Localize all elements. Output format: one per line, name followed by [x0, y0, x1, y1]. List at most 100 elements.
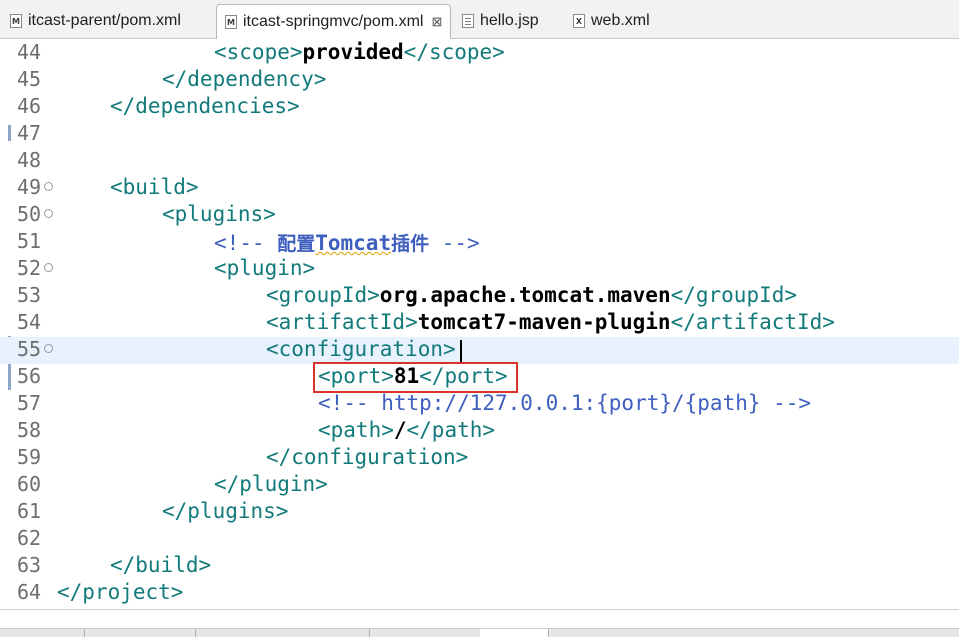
code-text: <!-- http://127.0.0.1:{port}/{path} -->: [318, 391, 811, 418]
code-line[interactable]: 46 </dependencies>: [0, 94, 959, 121]
fold-toggle-icon[interactable]: [44, 344, 53, 353]
tab-label: itcast-springmvc/pom.xml: [243, 13, 424, 30]
line-number: 58: [17, 418, 42, 442]
xml-tag: <plugin>: [214, 256, 316, 280]
fold-toggle-icon[interactable]: [44, 263, 53, 272]
xml-tag: </groupId>: [670, 283, 798, 307]
code-text: <artifactId>tomcat7-maven-plugin</artifa…: [266, 310, 835, 337]
text-caret: [460, 340, 462, 362]
code-line[interactable]: 63 </build>: [0, 553, 959, 580]
code-text: </build>: [110, 553, 211, 580]
editor-tab-bar: M itcast-parent/pom.xml M itcast-springm…: [0, 0, 959, 39]
line-number: 52: [17, 256, 42, 280]
xml-tag: </path>: [406, 418, 496, 442]
line-number: 61: [17, 499, 42, 523]
close-icon[interactable]: ⊠: [431, 14, 442, 30]
code-line[interactable]: 44 <scope>provided</scope>: [0, 40, 959, 67]
tab-hello-jsp[interactable]: hello.jsp: [462, 6, 539, 36]
xml-tag: </plugins>: [162, 499, 289, 523]
xml-tag: </configuration>: [266, 445, 469, 469]
maven-pom-icon: M: [10, 14, 22, 28]
comment: <!--: [214, 231, 278, 255]
xml-tag: <scope>: [214, 40, 303, 64]
code-text: <groupId>org.apache.tomcat.maven</groupI…: [266, 283, 797, 310]
code-line[interactable]: 51 <!-- 配置Tomcat插件 -->: [0, 229, 959, 256]
comment: Tomcat: [315, 231, 392, 255]
maven-pom-icon: M: [225, 15, 237, 29]
element-value: provided: [302, 40, 404, 64]
xml-file-icon: X: [573, 14, 585, 28]
xml-tag: </plugin>: [214, 472, 328, 496]
xml-tag: </build>: [110, 553, 212, 577]
line-number: 46: [17, 94, 42, 118]
element-value: /: [393, 418, 407, 442]
xml-tag: <plugins>: [162, 202, 276, 226]
code-line[interactable]: 52 <plugin>: [0, 256, 959, 283]
line-number: 55: [17, 337, 42, 361]
line-number: 59: [17, 445, 42, 469]
code-text: </dependency>: [162, 67, 326, 94]
code-text: </plugins>: [162, 499, 288, 526]
line-number: 63: [17, 553, 42, 577]
code-editor[interactable]: 44 <scope>provided</scope> 45 </dependency>…: [0, 39, 959, 609]
code-line[interactable]: 48: [0, 148, 959, 175]
code-text: <plugins>: [162, 202, 276, 229]
element-value: org.apache.tomcat.maven: [379, 283, 671, 307]
code-text: </configuration>: [266, 445, 468, 472]
line-number: 62: [17, 526, 42, 550]
code-line[interactable]: 64 </project>: [0, 580, 959, 607]
comment: -->: [429, 231, 480, 255]
code-text: <path>/</path>: [318, 418, 495, 445]
line-number: 56: [17, 364, 42, 388]
code-line[interactable]: 55 <configuration>: [0, 337, 959, 364]
code-line[interactable]: 62: [0, 526, 959, 553]
xml-tag: <artifactId>: [266, 310, 418, 334]
fold-toggle-icon[interactable]: [44, 182, 53, 191]
xml-tag: <groupId>: [266, 283, 380, 307]
line-number: 47: [17, 121, 42, 145]
xml-tag: </scope>: [403, 40, 505, 64]
code-line[interactable]: 49 <build>: [0, 175, 959, 202]
comment: <!-- http://127.0.0.1:{port}/{path} -->: [318, 391, 812, 415]
xml-tag: </dependency>: [162, 67, 327, 91]
tab-label: hello.jsp: [480, 12, 539, 29]
element-value: tomcat7-maven-plugin: [417, 310, 671, 334]
code-line[interactable]: 45 </dependency>: [0, 67, 959, 94]
line-number: 50: [17, 202, 42, 226]
code-text: <build>: [110, 175, 199, 202]
code-line[interactable]: 50 <plugins>: [0, 202, 959, 229]
fold-toggle-icon[interactable]: [44, 209, 53, 218]
tab-label: itcast-parent/pom.xml: [28, 12, 181, 29]
line-number: 60: [17, 472, 42, 496]
code-line[interactable]: 57 <!-- http://127.0.0.1:{port}/{path} --…: [0, 391, 959, 418]
xml-tag: <path>: [318, 418, 394, 442]
comment: 插件: [391, 233, 430, 255]
code-text: <plugin>: [214, 256, 315, 283]
line-number: 48: [17, 148, 42, 172]
line-number: 53: [17, 283, 42, 307]
xml-tag: </dependencies>: [110, 94, 300, 118]
tab-label: web.xml: [591, 12, 650, 29]
code-text: <!-- 配置Tomcat插件 -->: [214, 229, 480, 256]
code-text: </dependencies>: [110, 94, 300, 121]
code-line[interactable]: 54 <artifactId>tomcat7-maven-plugin</arti…: [0, 310, 959, 337]
tab-web-xml[interactable]: X web.xml: [573, 6, 650, 36]
code-line[interactable]: 53 <groupId>org.apache.tomcat.maven</grou…: [0, 283, 959, 310]
code-line[interactable]: 59 </configuration>: [0, 445, 959, 472]
tab-itcast-springmvc-pom[interactable]: M itcast-springmvc/pom.xml ⊠: [216, 4, 452, 39]
line-number: 49: [17, 175, 42, 199]
xml-tag: </artifactId>: [670, 310, 835, 334]
port-highlight-box: [313, 362, 518, 393]
code-text: </project>: [57, 580, 183, 607]
code-line[interactable]: 47: [0, 121, 959, 148]
line-number: 54: [17, 310, 42, 334]
line-number: 51: [17, 229, 42, 253]
comment: 配置: [277, 233, 316, 255]
xml-tag: </project>: [57, 580, 184, 604]
line-number: 45: [17, 67, 42, 91]
code-text: <scope>provided</scope>: [214, 40, 505, 67]
code-line[interactable]: 60 </plugin>: [0, 472, 959, 499]
code-line[interactable]: 58 <path>/</path>: [0, 418, 959, 445]
tab-itcast-parent-pom[interactable]: M itcast-parent/pom.xml: [10, 6, 181, 36]
code-line[interactable]: 61 </plugins>: [0, 499, 959, 526]
